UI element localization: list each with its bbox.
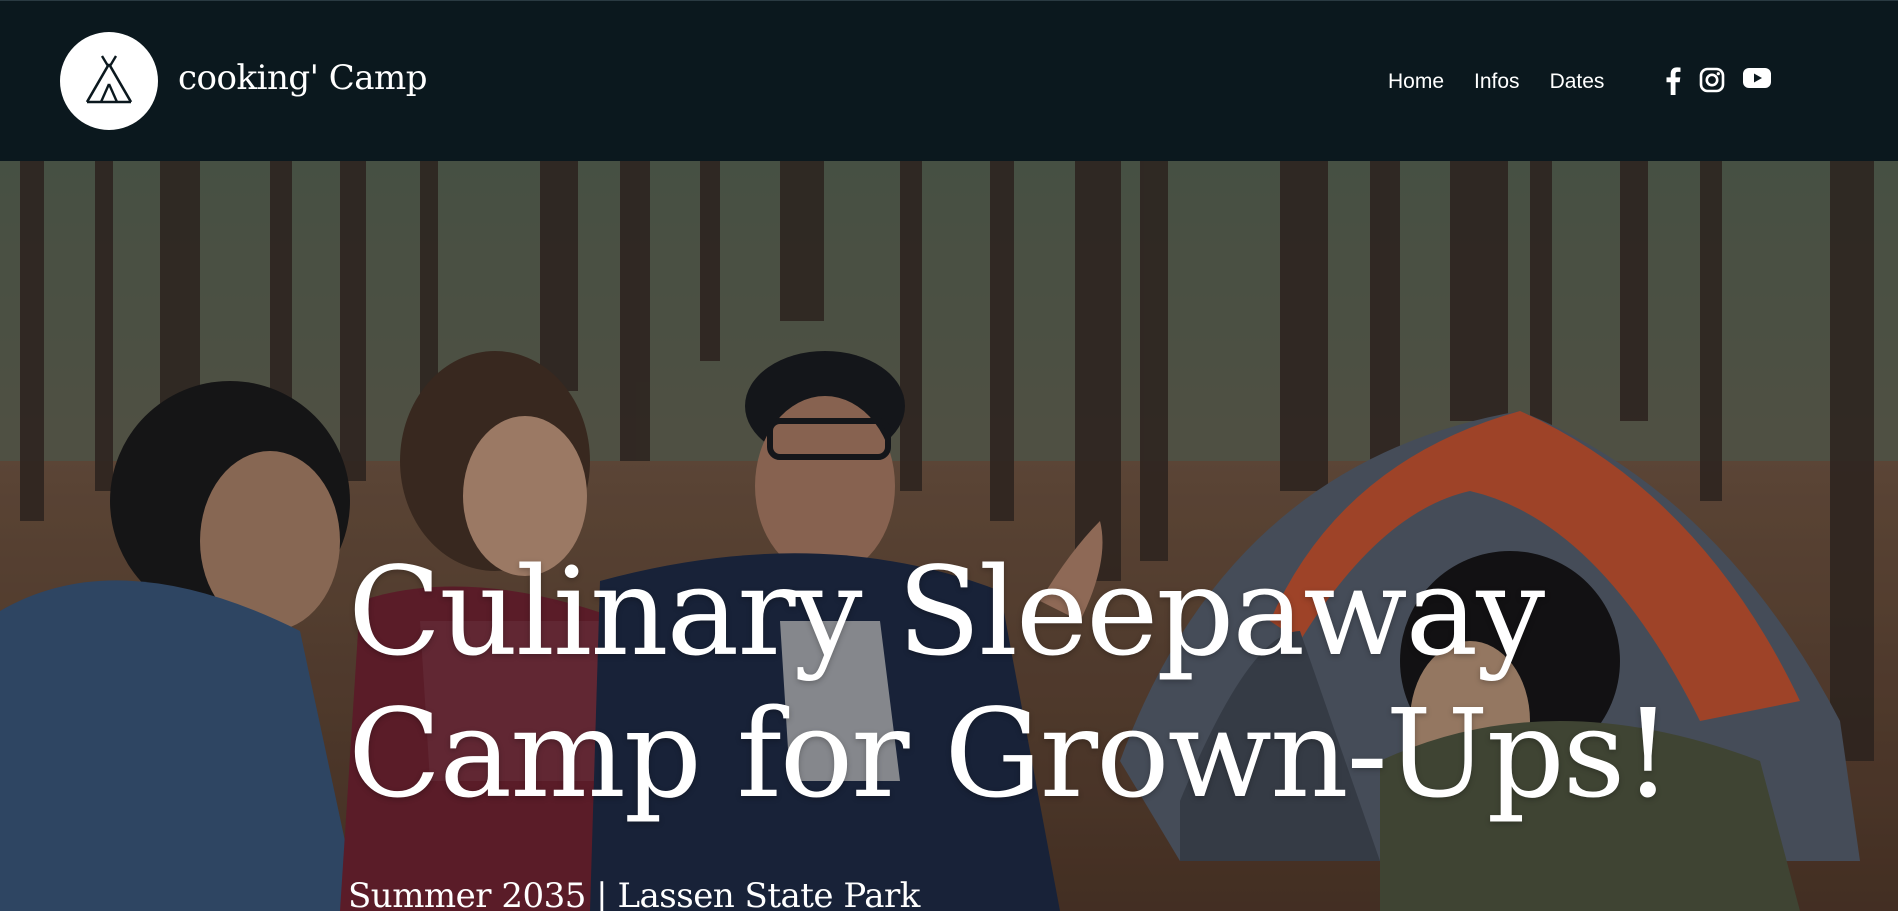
social-links bbox=[1665, 67, 1789, 95]
hero-title-line-2: Camp for Grown-Ups! bbox=[348, 683, 1672, 825]
site-header: cooking' Camp Home Infos Dates bbox=[0, 0, 1898, 161]
hero-subtitle: Summer 2035 | Lassen State Park bbox=[348, 876, 920, 911]
instagram-icon[interactable] bbox=[1699, 67, 1725, 95]
hero-title: Culinary Sleepaway Camp for Grown-Ups! bbox=[348, 541, 1672, 825]
logo[interactable] bbox=[60, 32, 158, 130]
nav-infos[interactable]: Infos bbox=[1474, 70, 1520, 94]
youtube-icon[interactable] bbox=[1743, 67, 1771, 95]
nav-home[interactable]: Home bbox=[1388, 70, 1444, 94]
main-nav: Home Infos Dates bbox=[1388, 70, 1634, 94]
brand-name[interactable]: cooking' Camp bbox=[178, 58, 428, 98]
nav-dates[interactable]: Dates bbox=[1550, 70, 1605, 94]
tent-icon bbox=[85, 55, 133, 104]
facebook-icon[interactable] bbox=[1665, 67, 1681, 95]
hero-section: Culinary Sleepaway Camp for Grown-Ups! S… bbox=[0, 161, 1898, 911]
hero-title-line-1: Culinary Sleepaway bbox=[348, 541, 1545, 683]
